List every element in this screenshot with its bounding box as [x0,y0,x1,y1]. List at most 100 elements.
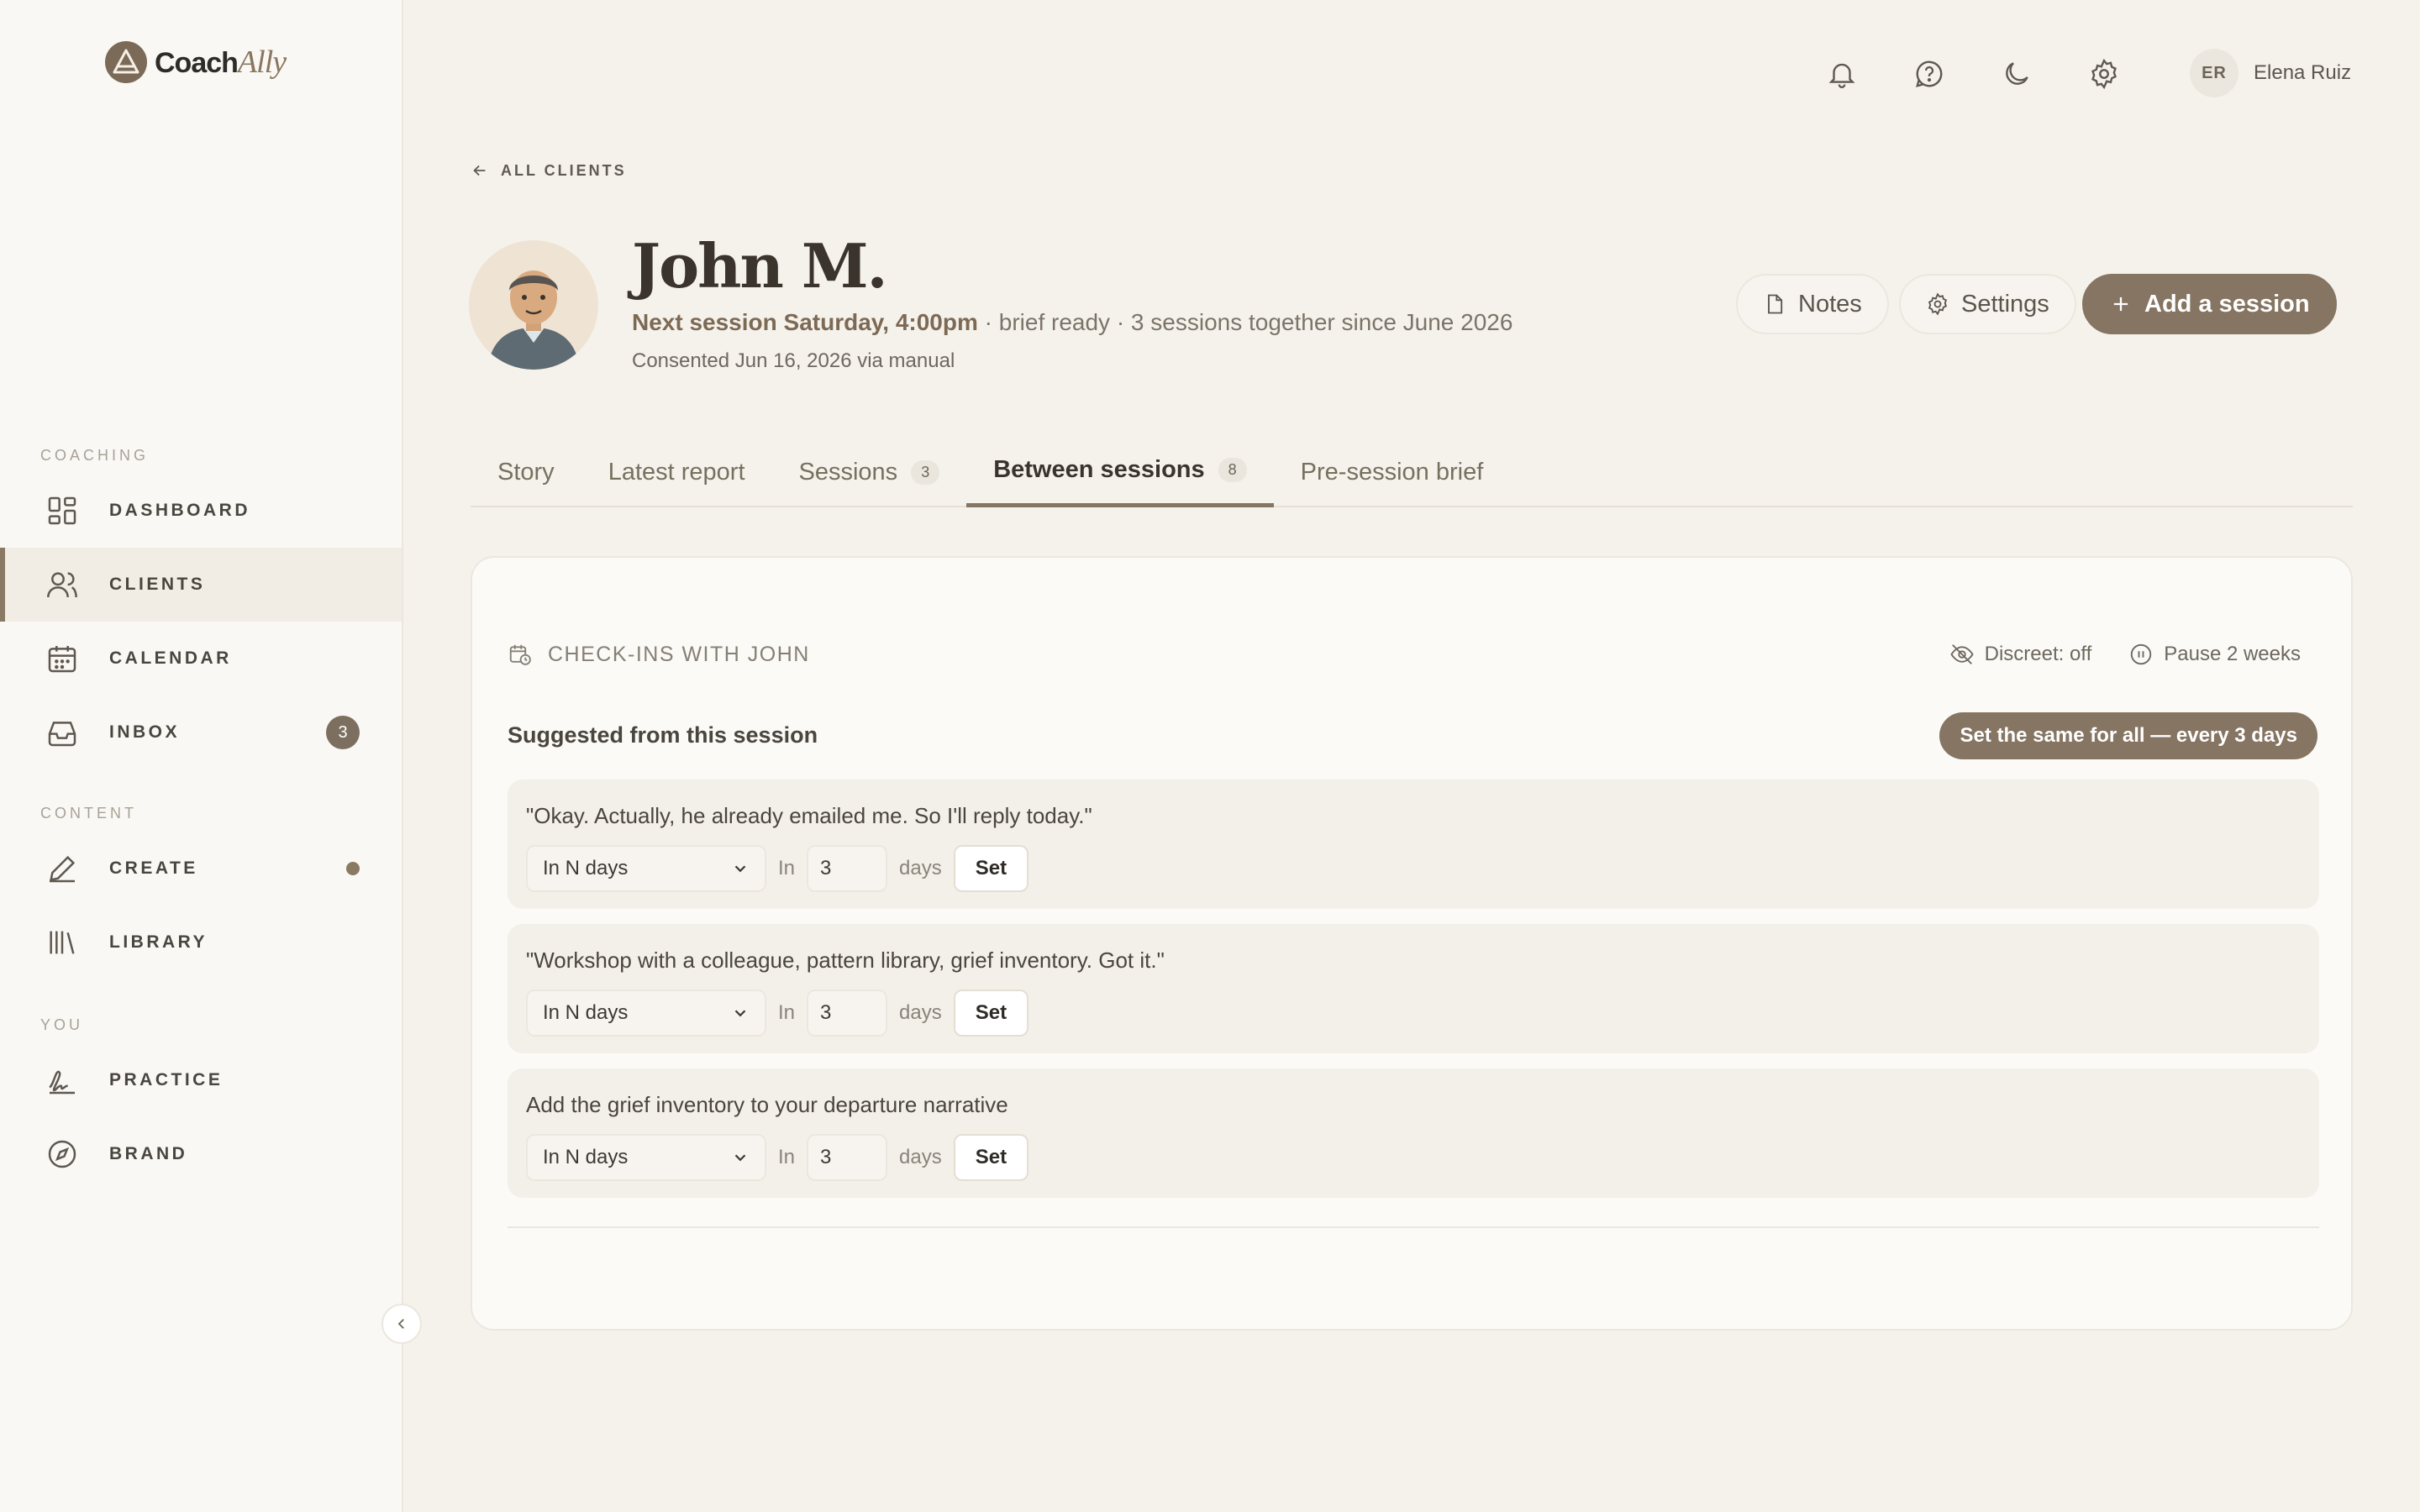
client-settings-button[interactable]: Settings [1899,274,2076,334]
inbox-icon [48,722,76,747]
pause-button[interactable]: Pause 2 weeks [2128,642,2301,667]
notes-label: Notes [1798,290,1862,318]
checkins-controls: Discreet: off Pause 2 weeks [1949,642,2301,667]
nav-section-content: CONTENT [40,805,137,822]
sidebar-item-label: CLIENTS [109,575,206,594]
sidebar-item-dashboard[interactable]: DASHBOARD [0,474,402,548]
signature-icon [49,1070,75,1095]
sidebar-item-practice[interactable]: PRACTICE [0,1043,402,1117]
suggestion-item: "Okay. Actually, he already emailed me. … [508,780,2319,909]
tab-sessions[interactable]: Sessions 3 [772,437,967,507]
discreet-toggle[interactable]: Discreet: off [1949,642,2092,667]
document-icon [1768,294,1783,314]
eye-off-icon [1950,644,1974,664]
user-menu[interactable]: ER Elena Ruiz [2190,49,2351,97]
tab-label: Story [497,458,555,486]
checkins-card: CHECK-INS WITH JOHN Discreet: off Pause … [471,556,2353,1331]
tab-label: Sessions [798,458,898,486]
discreet-label: Discreet: off [1984,643,2092,665]
library-icon [50,931,75,954]
select-value: In N days [543,1146,629,1168]
pen-icon [50,855,76,883]
back-to-clients-link[interactable]: ALL CLIENTS [471,161,627,180]
nav-section-coaching: COACHING [40,447,150,464]
consent-text: Consented Jun 16, 2026 via manual [632,349,955,372]
set-all-button[interactable]: Set the same for all — every 3 days [1939,712,2317,759]
users-icon [47,572,77,598]
sidebar-item-brand[interactable]: BRAND [0,1117,402,1191]
tab-latest-report[interactable]: Latest report [581,437,772,507]
set-button[interactable]: Set [953,1134,1029,1181]
suggestion-text: Add the grief inventory to your departur… [526,1092,1008,1117]
select-value: In N days [543,1001,629,1024]
suggestion-controls: In N days In 3 days Set [526,845,1029,892]
collapse-sidebar-button[interactable] [381,1304,422,1344]
sidebar-item-label: LIBRARY [109,932,208,952]
tab-story[interactable]: Story [471,437,581,507]
in-label: In [778,857,796,879]
settings-label: Settings [1961,290,2049,318]
chevron-down-icon [734,1010,746,1017]
sidebar-item-library[interactable]: LIBRARY [0,906,402,979]
sidebar-item-label: DASHBOARD [109,501,250,520]
client-name: John M. [632,230,888,302]
add-session-label: Add a session [2144,290,2310,318]
chevron-down-icon [734,865,746,873]
logo-mark-icon [105,41,147,83]
main-content: ER Elena Ruiz ALL CLIENTS John M. Next s… [403,0,2420,1512]
sidebar-item-calendar[interactable]: CALENDAR [0,622,402,696]
divider [508,1226,2319,1228]
client-avatar [469,240,598,370]
sidebar-item-clients[interactable]: CLIENTS [0,548,402,622]
inbox-count-badge: 3 [326,716,360,749]
sidebar-item-create[interactable]: CREATE [0,832,402,906]
sidebar: CoachAlly COACHING DASHBOARD CLIENTS CAL… [0,0,403,1512]
days-label: days [899,1146,942,1168]
suggestion-item: "Workshop with a colleague, pattern libr… [508,924,2319,1053]
sidebar-item-inbox[interactable]: INBOX 3 [0,696,402,769]
suggestion-controls: In N days In 3 days Set [526,1134,1029,1181]
moon-icon [2006,62,2028,85]
chevron-down-icon [734,1154,746,1162]
suggestion-text: "Okay. Actually, he already emailed me. … [526,803,1092,828]
app-root: CoachAlly COACHING DASHBOARD CLIENTS CAL… [0,0,2420,1512]
schedule-mode-select[interactable]: In N days [526,1134,766,1181]
sidebar-item-label: CALENDAR [109,648,232,668]
select-value: In N days [543,857,629,879]
dashboard-icon [48,496,76,525]
set-button[interactable]: Set [953,845,1029,892]
sidebar-item-label: BRAND [109,1144,188,1163]
suggestion-item: Add the grief inventory to your departur… [508,1068,2319,1198]
help-icon [1916,60,1943,87]
schedule-mode-select[interactable]: In N days [526,990,766,1037]
days-label: days [899,857,942,879]
unsaved-dot [346,862,360,875]
settings-button[interactable] [2086,55,2123,92]
add-session-button[interactable]: Add a session [2082,274,2337,334]
arrow-left-icon [473,165,486,176]
chevron-left-icon [397,1319,404,1329]
brand-logo[interactable]: CoachAlly [104,40,287,84]
notes-button[interactable]: Notes [1736,274,1889,334]
calendar-icon [48,646,76,673]
tab-between-sessions[interactable]: Between sessions 8 [966,437,1274,507]
help-button[interactable] [1911,55,1948,92]
tab-pre-session-brief[interactable]: Pre-session brief [1274,437,1511,507]
sidebar-item-label: PRACTICE [109,1070,224,1089]
tab-label: Pre-session brief [1300,458,1484,486]
pause-label: Pause 2 weeks [2164,643,2301,665]
client-meta-rest: · brief ready · 3 sessions together sinc… [977,309,1513,335]
notifications-button[interactable] [1823,55,1860,92]
set-button[interactable]: Set [953,990,1029,1037]
in-label: In [778,1001,796,1024]
days-input[interactable]: 3 [807,845,888,892]
in-label: In [778,1146,796,1168]
days-input[interactable]: 3 [807,1134,888,1181]
dark-mode-toggle[interactable] [1998,55,2035,92]
avatar: ER [2190,49,2238,97]
client-tabs: Story Latest report Sessions 3 Between se… [471,437,2353,507]
checkins-heading-text: CHECK-INS WITH JOHN [548,642,810,666]
tab-count-badge: 3 [911,459,940,485]
schedule-mode-select[interactable]: In N days [526,845,766,892]
days-input[interactable]: 3 [807,990,888,1037]
